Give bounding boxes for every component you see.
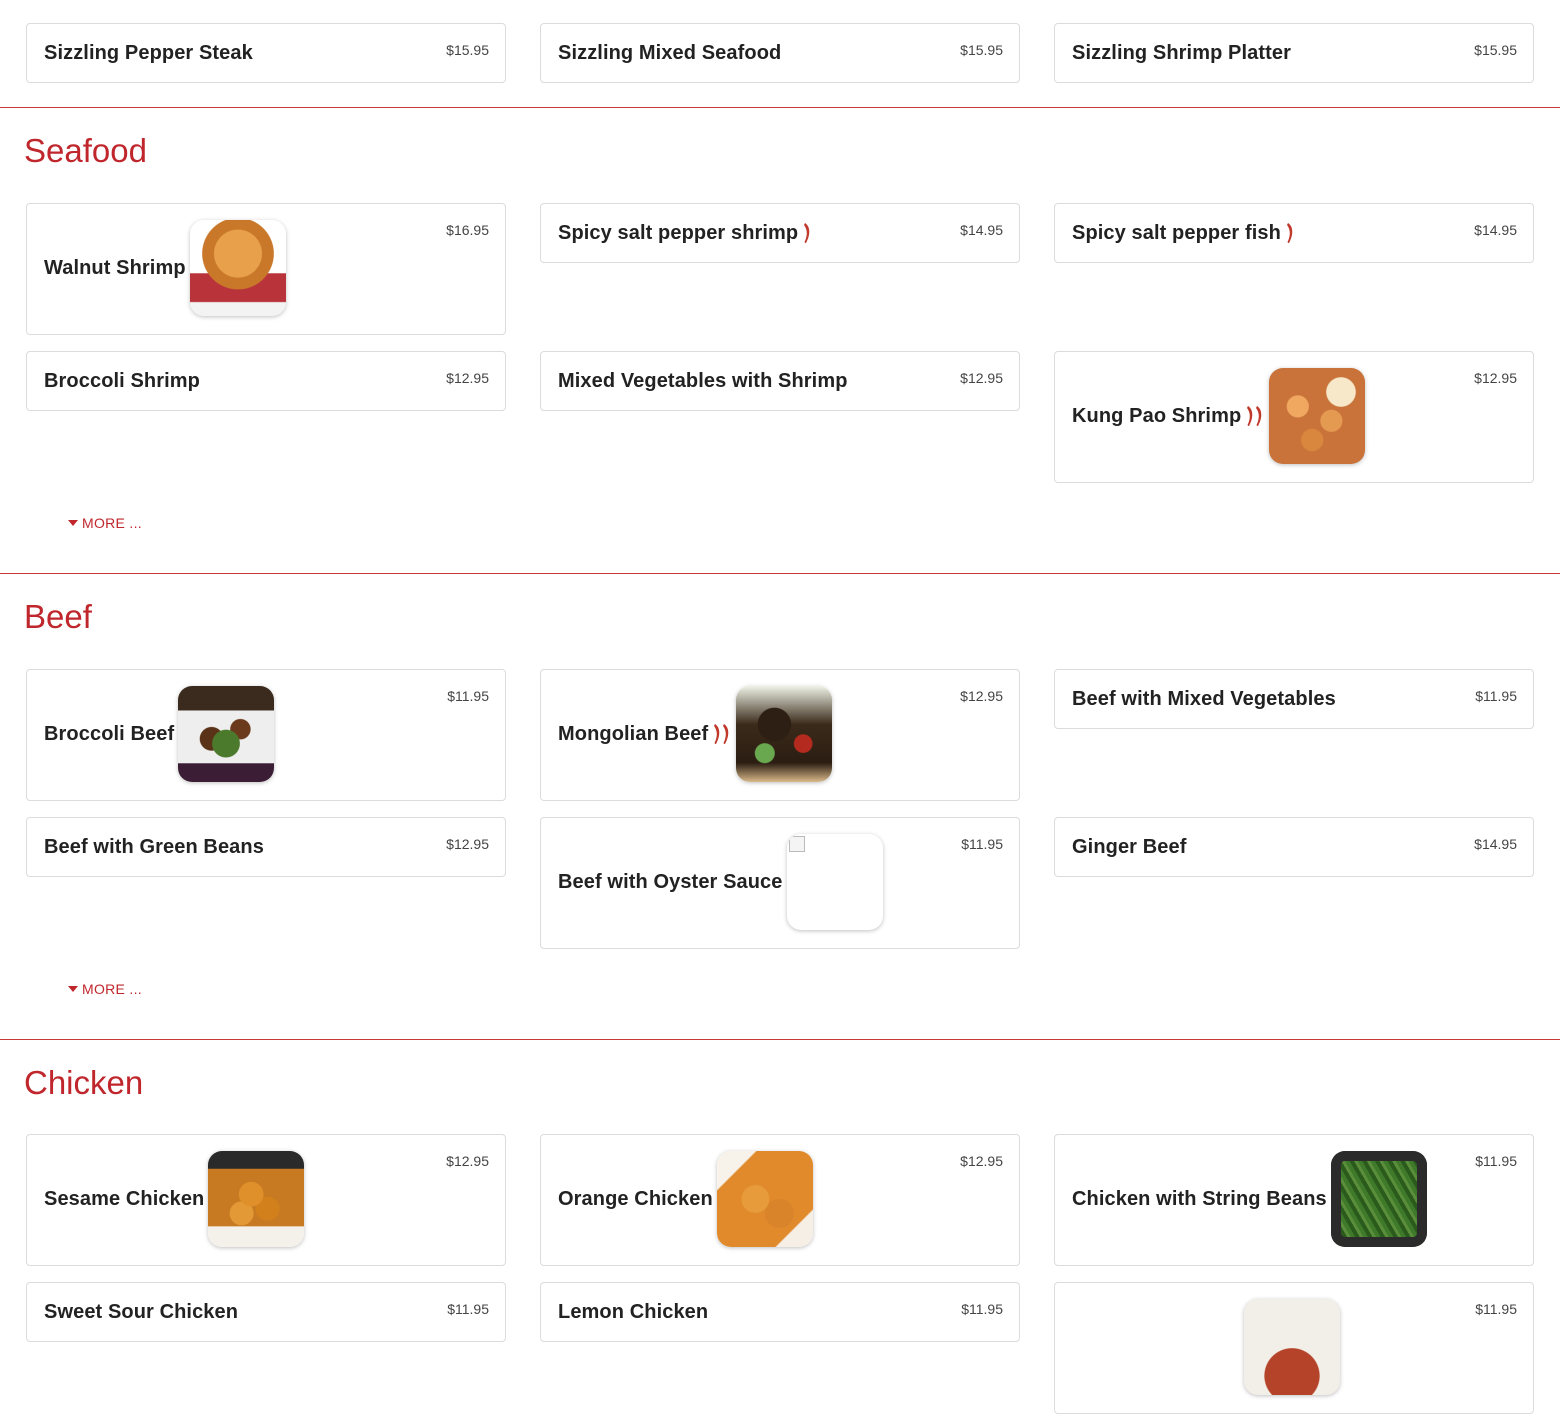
sesame-chicken-photo — [208, 1151, 305, 1247]
menu-item-sizzling-shrimp-platter[interactable]: Sizzling Shrimp Platter $15.95 — [1054, 23, 1534, 83]
section-title-beef: Beef — [24, 598, 92, 635]
item-price: $11.95 — [961, 836, 1003, 852]
item-price: $14.95 — [1474, 222, 1517, 238]
menu-item-sizzling-pepper-steak[interactable]: Sizzling Pepper Steak $15.95 — [26, 23, 506, 83]
section-title-seafood: Seafood — [24, 132, 147, 169]
menu-item-sweet-sour-chicken[interactable]: Sweet Sour Chicken $11.95 — [26, 1282, 506, 1342]
broccoli-beef-photo — [178, 686, 275, 782]
menu-item-beef-with-oyster-sauce[interactable]: Beef with Oyster Sauce $11.95 — [540, 817, 1020, 949]
item-name: Sweet Sour Chicken — [44, 1300, 239, 1323]
chili-pepper-icon — [802, 221, 812, 245]
item-price: $12.95 — [446, 1153, 489, 1169]
section-title-chicken: Chicken — [24, 1064, 144, 1101]
beef-more-link[interactable]: MORE ... — [68, 981, 142, 997]
item-name: Mixed Vegetables with Shrimp — [558, 369, 848, 392]
item-price: $11.95 — [447, 688, 489, 704]
caret-down-icon — [68, 520, 78, 526]
item-price: $15.95 — [1474, 42, 1517, 58]
caret-down-icon — [68, 986, 78, 992]
seafood-more-link[interactable]: MORE ... — [68, 515, 142, 531]
menu-item-beef-with-mixed-vegetables[interactable]: Beef with Mixed Vegetables $11.95 — [1054, 669, 1534, 729]
walnut-shrimp-photo — [189, 220, 286, 316]
menu-item-beef-with-green-beans[interactable]: Beef with Green Beans $12.95 — [26, 817, 506, 877]
menu-item-chicken-dish[interactable]: $11.95 — [1054, 1282, 1534, 1414]
item-price: $16.95 — [446, 222, 489, 238]
menu-item-broccoli-shrimp[interactable]: Broccoli Shrimp $12.95 — [26, 351, 506, 411]
item-name: Broccoli Beef — [44, 722, 175, 745]
double-chili-pepper-icon — [1245, 404, 1265, 428]
item-name: Walnut Shrimp — [44, 256, 186, 279]
item-name: Sizzling Shrimp Platter — [1072, 41, 1291, 64]
item-price: $12.95 — [1474, 370, 1517, 386]
section-divider — [0, 573, 1560, 574]
menu-item-spicy-salt-pepper-fish[interactable]: Spicy salt pepper fish $14.95 — [1054, 203, 1534, 263]
more-label: MORE ... — [82, 981, 142, 997]
section-divider — [0, 107, 1560, 108]
item-name: Spicy salt pepper shrimp — [558, 221, 799, 244]
item-price: $12.95 — [960, 370, 1003, 386]
menu-item-mongolian-beef[interactable]: Mongolian Beef $12.95 — [540, 669, 1020, 801]
menu-item-broccoli-beef[interactable]: Broccoli Beef $11.95 — [26, 669, 506, 801]
item-price: $11.95 — [1475, 1301, 1517, 1317]
item-price: $12.95 — [960, 688, 1003, 704]
item-name: Lemon Chicken — [558, 1300, 709, 1323]
menu-item-kung-pao-shrimp[interactable]: Kung Pao Shrimp $12.95 — [1054, 351, 1534, 483]
more-label: MORE ... — [82, 515, 142, 531]
chili-pepper-icon — [1285, 221, 1295, 245]
item-price: $11.95 — [961, 1301, 1003, 1317]
item-name: Sizzling Pepper Steak — [44, 41, 253, 64]
string-beans-photo — [1330, 1151, 1427, 1247]
item-name: Beef with Mixed Vegetables — [1072, 687, 1336, 710]
item-price: $11.95 — [1475, 688, 1517, 704]
item-name: Kung Pao Shrimp — [1072, 404, 1242, 427]
menu-item-spicy-salt-pepper-shrimp[interactable]: Spicy salt pepper shrimp $14.95 — [540, 203, 1020, 263]
item-name: Sesame Chicken — [44, 1187, 205, 1210]
item-name: Spicy salt pepper fish — [1072, 221, 1281, 244]
menu-item-mixed-vegetables-with-shrimp[interactable]: Mixed Vegetables with Shrimp $12.95 — [540, 351, 1020, 411]
menu-item-walnut-shrimp[interactable]: Walnut Shrimp $16.95 — [26, 203, 506, 335]
item-price: $15.95 — [960, 42, 1003, 58]
sizzling-grid: Sizzling Pepper Steak $15.95 Sizzling Mi… — [26, 23, 1534, 83]
item-price: $12.95 — [446, 836, 489, 852]
double-chili-pepper-icon — [712, 722, 732, 746]
item-name: Mongolian Beef — [558, 722, 709, 745]
item-price: $15.95 — [446, 42, 489, 58]
broken-image-icon — [786, 834, 883, 930]
item-name: Ginger Beef — [1072, 835, 1187, 858]
item-name: Beef with Oyster Sauce — [558, 870, 783, 893]
menu-item-orange-chicken[interactable]: Orange Chicken $12.95 — [540, 1134, 1020, 1266]
item-name: Sizzling Mixed Seafood — [558, 41, 782, 64]
seafood-grid: Walnut Shrimp $16.95 Spicy salt pepper s… — [26, 203, 1534, 483]
menu-item-chicken-with-string-beans[interactable]: Chicken with String Beans $11.95 — [1054, 1134, 1534, 1266]
item-price: $14.95 — [960, 222, 1003, 238]
item-price: $12.95 — [960, 1153, 1003, 1169]
item-price: $11.95 — [1475, 1153, 1517, 1169]
menu-item-ginger-beef[interactable]: Ginger Beef $14.95 — [1054, 817, 1534, 877]
beef-grid: Broccoli Beef $11.95 Mongolian Beef $12.… — [26, 669, 1534, 949]
item-name: Broccoli Shrimp — [44, 369, 200, 392]
item-name: Chicken with String Beans — [1072, 1187, 1327, 1210]
chicken-grid: Sesame Chicken $12.95 Orange Chicken $12… — [26, 1134, 1534, 1414]
item-price: $14.95 — [1474, 836, 1517, 852]
item-name: Beef with Green Beans — [44, 835, 264, 858]
menu-item-sizzling-mixed-seafood[interactable]: Sizzling Mixed Seafood $15.95 — [540, 23, 1020, 83]
chicken-dish-photo — [1244, 1299, 1340, 1395]
item-price: $12.95 — [446, 370, 489, 386]
section-divider — [0, 1039, 1560, 1040]
orange-chicken-photo — [716, 1151, 813, 1247]
item-price: $11.95 — [447, 1301, 489, 1317]
kung-pao-shrimp-photo — [1269, 368, 1366, 464]
menu-item-lemon-chicken[interactable]: Lemon Chicken $11.95 — [540, 1282, 1020, 1342]
menu-item-sesame-chicken[interactable]: Sesame Chicken $12.95 — [26, 1134, 506, 1266]
item-name: Orange Chicken — [558, 1187, 713, 1210]
mongolian-beef-photo — [736, 686, 833, 782]
